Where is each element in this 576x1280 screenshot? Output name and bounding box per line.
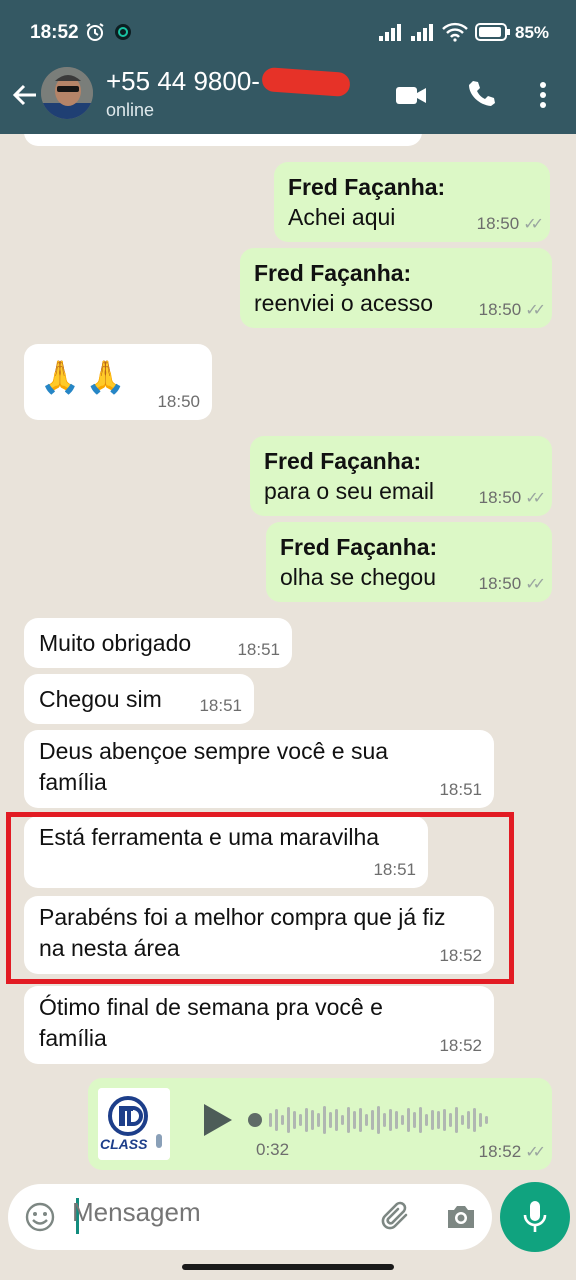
emoji-icon[interactable]: [24, 1201, 56, 1238]
message-bubble-incoming[interactable]: 🙏🙏 18:50: [24, 344, 212, 420]
message-time: 18:52: [439, 1036, 482, 1055]
redaction-scribble: [261, 66, 351, 98]
double-check-icon: ✓✓: [525, 302, 546, 319]
double-check-icon: ✓✓: [525, 576, 546, 593]
audio-waveform[interactable]: [248, 1104, 528, 1136]
message-text: Chegou sim: [39, 686, 162, 712]
voice-duration: 0:32: [256, 1140, 290, 1159]
contact-status: online: [106, 100, 155, 120]
status-time: 18:52: [30, 22, 79, 43]
message-time: 18:51: [237, 640, 280, 659]
message-text: para o seu email: [264, 478, 435, 504]
camera-icon[interactable]: [444, 1200, 478, 1239]
voice-message-bubble[interactable]: CLASS 0:32 18:52 ✓✓: [88, 1078, 552, 1170]
back-arrow-icon[interactable]: [10, 80, 40, 110]
message-time: 18:50 ✓✓: [478, 488, 546, 507]
message-text: Muito obrigado: [39, 630, 192, 656]
sender-name: Fred Façanha:: [264, 448, 422, 474]
double-check-icon: ✓✓: [523, 216, 544, 233]
signal-icon-2: [410, 21, 436, 43]
message-time: 18:50 ✓✓: [476, 214, 544, 233]
message-text: Achei aqui: [288, 204, 396, 230]
message-time: 18:51: [199, 696, 242, 715]
message-time: 18:51: [373, 860, 416, 879]
message-text: olha se chegou: [280, 564, 437, 590]
message-bubble-incoming[interactable]: Chegou sim 18:51: [24, 674, 254, 724]
sender-name: Fred Façanha:: [280, 534, 438, 560]
message-text: Está ferramenta e uma maravilha: [39, 824, 380, 850]
message-bubble-outgoing[interactable]: Fred Façanha: para o seu email 18:50 ✓✓: [250, 436, 552, 516]
message-input[interactable]: [72, 1197, 302, 1228]
message-bubble-incoming[interactable]: Muito obrigado 18:51: [24, 618, 292, 668]
message-text: reenviei o acesso: [254, 290, 433, 316]
sender-name: Fred Façanha:: [288, 174, 446, 200]
message-time: 18:50: [157, 392, 200, 411]
message-bubble-incoming[interactable]: Ótimo final de semana pra você e família…: [24, 986, 494, 1064]
status-bar: 18:52 85%: [0, 0, 576, 62]
video-call-icon[interactable]: [394, 78, 428, 112]
gesture-nav-bar[interactable]: [182, 1264, 394, 1270]
message-bubble-outgoing[interactable]: Fred Façanha: Achei aqui 18:50 ✓✓: [274, 162, 550, 242]
message-bubble-outgoing[interactable]: Fred Façanha: reenviei o acesso 18:50 ✓✓: [240, 248, 552, 328]
double-check-icon: ✓✓: [525, 1144, 546, 1161]
avatar[interactable]: [41, 67, 93, 119]
contact-name[interactable]: +55 44 9800-: [106, 66, 260, 97]
mic-icon: [521, 1199, 549, 1240]
message-text: Ótimo final de semana pra você e família: [39, 994, 383, 1051]
phone-icon[interactable]: [466, 78, 500, 112]
signal-icon: [378, 21, 404, 43]
message-bubble-outgoing[interactable]: Fred Façanha: olha se chegou 18:50 ✓✓: [266, 522, 552, 602]
voice-sender-thumbnail: CLASS: [98, 1088, 170, 1160]
message-time: 18:51: [439, 780, 482, 799]
message-bubble-incoming[interactable]: Parabéns foi a melhor compra que já fiz …: [24, 896, 494, 974]
message-time: 18:50 ✓✓: [478, 574, 546, 593]
chat-header: +55 44 9800- online: [0, 62, 576, 134]
audio-scrubber-dot[interactable]: [248, 1113, 262, 1127]
message-time: 18:50 ✓✓: [478, 300, 546, 319]
message-bubble-incoming[interactable]: Deus abençoe sempre você e sua família 1…: [24, 730, 494, 808]
app-notification-icon: [112, 21, 134, 43]
alarm-icon: [84, 21, 106, 43]
wifi-icon: [442, 21, 468, 43]
message-text: Parabéns foi a melhor compra que já fiz …: [39, 904, 446, 961]
message-bubble-partial: [24, 134, 422, 146]
more-vert-icon[interactable]: [530, 78, 556, 112]
play-icon[interactable]: [200, 1100, 236, 1140]
message-time: 18:52: [439, 946, 482, 965]
voice-thumb-label: CLASS: [100, 1136, 148, 1152]
sender-name: Fred Façanha:: [254, 260, 412, 286]
chat-area[interactable]: Fred Façanha: Achei aqui 18:50 ✓✓ Fred Fa…: [0, 134, 576, 1174]
attach-icon[interactable]: [380, 1200, 414, 1239]
mic-button[interactable]: [500, 1182, 570, 1252]
message-text: Deus abençoe sempre você e sua família: [39, 738, 389, 795]
double-check-icon: ✓✓: [525, 490, 546, 507]
message-time: 18:52 ✓✓: [478, 1142, 546, 1161]
message-composer: [8, 1184, 492, 1250]
message-bubble-incoming[interactable]: Está ferramenta e uma maravilha 18:51: [24, 816, 428, 888]
praying-hands-emoji: 🙏🙏: [40, 359, 132, 395]
battery-icon: [474, 21, 512, 43]
battery-percent: 85%: [515, 23, 550, 42]
